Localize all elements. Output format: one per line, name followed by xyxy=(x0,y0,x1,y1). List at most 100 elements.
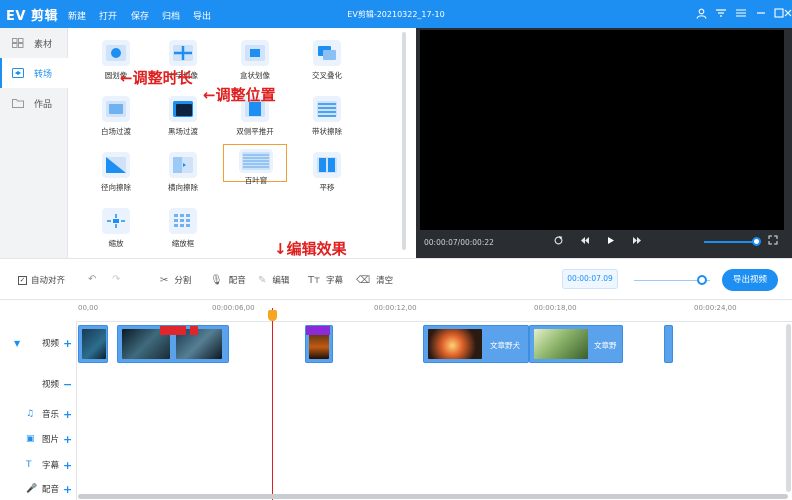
timeline-vertical-scrollbar[interactable] xyxy=(786,324,791,492)
video-clip[interactable] xyxy=(305,325,333,363)
transition-marker[interactable] xyxy=(190,326,198,335)
volume-knob[interactable] xyxy=(752,237,761,246)
track-name: 音乐 xyxy=(42,410,60,420)
auto-align-label: 自动对齐 xyxy=(31,276,66,286)
add-music-button[interactable]: + xyxy=(63,408,72,421)
add-dub-button[interactable]: + xyxy=(63,483,72,496)
track-name: 视频 xyxy=(42,380,60,390)
auto-align-checkbox[interactable]: ✓ 自动对齐 xyxy=(18,274,65,286)
video-clip[interactable] xyxy=(117,325,229,363)
minimize-icon[interactable] xyxy=(754,6,768,20)
add-subtitle-button[interactable]: + xyxy=(63,459,72,472)
preview-time: 00:00:07/00:00:22 xyxy=(424,238,494,247)
sidebar-item-label: 作品 xyxy=(34,99,53,110)
track-dub: 🎤 配音 + xyxy=(0,477,76,500)
play-icon[interactable] xyxy=(606,236,615,248)
ruler-tick: 00,00 xyxy=(78,304,99,312)
export-video-button[interactable]: 导出视频 xyxy=(722,269,778,291)
grid-icon xyxy=(12,38,24,48)
close-icon[interactable] xyxy=(784,6,792,20)
music-icon: ♫ xyxy=(26,409,35,419)
image-icon: ▣ xyxy=(26,434,35,444)
clear-button[interactable]: ⌫ 清空 xyxy=(356,274,393,287)
circle-wipe-icon xyxy=(102,40,130,66)
sidebar-item-works[interactable]: 作品 xyxy=(0,88,68,118)
dub-button[interactable]: 🎙 配音 xyxy=(210,274,246,287)
video-clip[interactable]: 文章野犬 xyxy=(423,325,529,363)
track-video-main: ▼ 视频 + xyxy=(0,331,76,355)
zoom-knob[interactable] xyxy=(697,275,707,285)
split-button[interactable]: ✂ 分割 xyxy=(160,274,191,287)
timeline-horizontal-scrollbar[interactable] xyxy=(78,494,788,499)
effect-box-wipe[interactable]: 盒状划像 xyxy=(225,36,285,82)
clip-title: 文章野犬 xyxy=(490,341,520,350)
fullscreen-icon[interactable] xyxy=(768,235,778,248)
track-divider xyxy=(76,322,77,500)
mic-icon: 🎤 xyxy=(26,484,38,494)
effect-label: 白场过渡 xyxy=(101,127,131,136)
pencil-icon: ✎ xyxy=(258,274,267,286)
effect-label: 缩放框 xyxy=(171,239,195,248)
pan-icon xyxy=(313,152,341,178)
track-name: 字幕 xyxy=(42,461,60,471)
effect-pan[interactable]: 平移 xyxy=(297,148,357,194)
menu-icon[interactable] xyxy=(734,6,748,20)
ruler-tick: 00:00:18,00 xyxy=(534,304,577,312)
time-ruler[interactable]: 00,00 00:00:06,00 00:00:12,00 00:00:18,0… xyxy=(76,300,792,322)
radial-wipe-icon xyxy=(102,152,130,178)
eraser-icon: ⌫ xyxy=(356,274,371,286)
wifi-icon[interactable] xyxy=(714,6,728,20)
transition-effects-panel: 圆划像 十字划像 盒状划像 交叉叠化 白场过渡 黑场过渡 双侧平推开 带状擦除 … xyxy=(68,28,414,258)
redo-icon: ↷ xyxy=(112,274,121,285)
zoom-box-icon xyxy=(169,208,197,234)
add-video-button[interactable]: + xyxy=(63,337,72,350)
effect-radial-wipe[interactable]: 径向擦除 xyxy=(86,148,146,194)
effect-label: 径向擦除 xyxy=(101,183,131,192)
user-icon[interactable] xyxy=(694,6,708,20)
transition-icon xyxy=(12,68,24,78)
video-clip[interactable]: 文章野 xyxy=(529,325,623,363)
redo-button[interactable]: ↷ xyxy=(112,274,126,285)
volume-slider[interactable] xyxy=(704,241,756,243)
playhead-line[interactable] xyxy=(272,308,273,500)
effect-zoom-box[interactable]: 缩放框 xyxy=(153,204,213,250)
clip-thumbnail xyxy=(534,329,588,359)
effects-scrollbar[interactable] xyxy=(402,32,406,250)
effect-label: 盒状划像 xyxy=(240,71,270,80)
effect-zoom[interactable]: 缩放 xyxy=(86,204,146,250)
remove-track-button[interactable]: − xyxy=(63,378,72,391)
collapse-icon[interactable]: ▼ xyxy=(14,339,20,348)
sidebar-item-transition[interactable]: 转场 xyxy=(0,58,68,88)
mic-icon: 🎙 xyxy=(210,274,223,286)
title-bar: EV 剪辑 新建 打开 保存 归档 导出 EV剪辑-20210322_17-10 xyxy=(0,0,792,28)
effect-blinds[interactable]: 百叶窗 xyxy=(223,144,287,185)
effect-horizontal-wipe[interactable]: 横向擦除 xyxy=(153,148,213,194)
edit-label: 编辑 xyxy=(272,276,290,286)
loop-icon[interactable] xyxy=(554,236,563,248)
transition-marker[interactable] xyxy=(306,326,330,335)
rewind-icon[interactable] xyxy=(580,236,590,248)
transition-marker[interactable] xyxy=(160,326,186,335)
effect-cross-dissolve[interactable]: 交叉叠化 xyxy=(297,36,357,82)
video-clip[interactable] xyxy=(78,325,108,363)
effect-white-fade[interactable]: 白场过渡 xyxy=(86,92,146,138)
track-subtitle: T 字幕 + xyxy=(0,453,76,477)
track-name: 图片 xyxy=(42,435,60,445)
effect-label: 双侧平推开 xyxy=(236,127,274,136)
effect-band-wipe[interactable]: 带状擦除 xyxy=(297,92,357,138)
forward-icon[interactable] xyxy=(632,236,642,248)
timecode-display[interactable]: 00:00:07.09 xyxy=(562,269,618,289)
video-clip[interactable] xyxy=(664,325,673,363)
track-video-sub: 视频 − xyxy=(0,372,76,396)
text-icon: Tт xyxy=(308,274,320,286)
effect-label: 交叉叠化 xyxy=(312,71,342,80)
annotation-adjust-position: ←调整位置 xyxy=(203,86,276,104)
subtitle-button[interactable]: Tт 字幕 xyxy=(308,274,343,287)
track-music: ♫ 音乐 + xyxy=(0,402,76,426)
edit-button[interactable]: ✎ 编辑 xyxy=(258,274,290,287)
undo-button[interactable]: ↶ xyxy=(88,274,102,285)
text-icon: T xyxy=(26,460,32,470)
add-image-button[interactable]: + xyxy=(63,433,72,446)
sidebar-item-material[interactable]: 素材 xyxy=(0,28,68,58)
playhead-handle[interactable] xyxy=(268,310,277,321)
